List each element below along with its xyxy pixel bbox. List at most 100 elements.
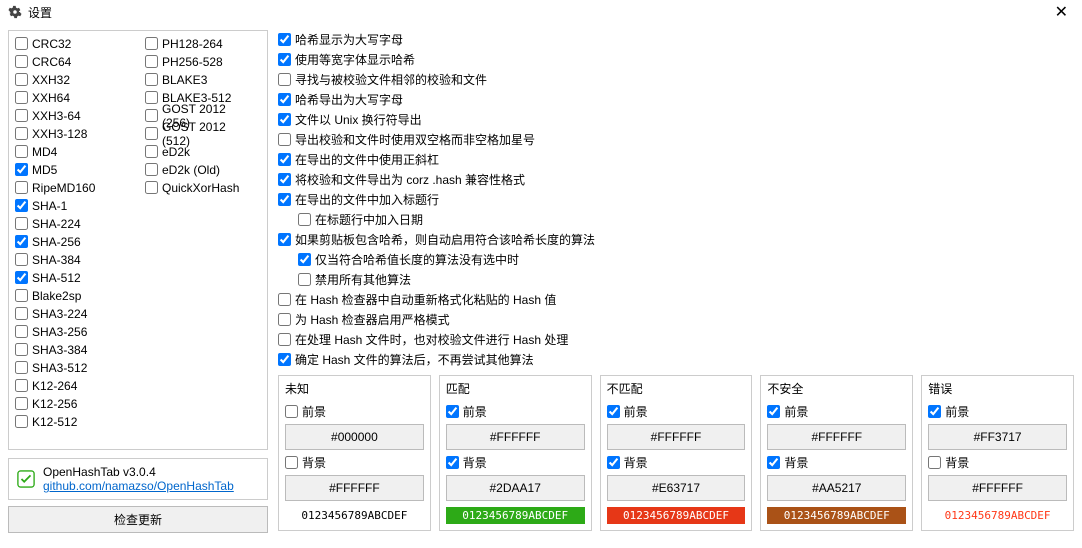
- algo-xxh3-64-checkbox[interactable]: [15, 109, 28, 122]
- algo-k12-512[interactable]: K12-512: [15, 413, 145, 430]
- algo-ph128264[interactable]: PH128-264: [145, 35, 257, 52]
- option-5-checkbox[interactable]: [278, 133, 291, 146]
- algo-k12-264[interactable]: K12-264: [15, 377, 145, 394]
- algo-blake3-checkbox[interactable]: [145, 73, 158, 86]
- bg-checkbox[interactable]: [767, 456, 780, 469]
- option-6-checkbox[interactable]: [278, 153, 291, 166]
- bg-color-button[interactable]: #FFFFFF: [928, 475, 1067, 501]
- option-0-checkbox[interactable]: [278, 33, 291, 46]
- option-1-checkbox[interactable]: [278, 53, 291, 66]
- fg-checkbox[interactable]: [446, 405, 459, 418]
- fg-color-button[interactable]: #FFFFFF: [767, 424, 906, 450]
- algo-ph128264-checkbox[interactable]: [145, 37, 158, 50]
- algo-crc64[interactable]: CRC64: [15, 53, 145, 70]
- algo-crc32-checkbox[interactable]: [15, 37, 28, 50]
- option-10-checkbox[interactable]: [278, 233, 291, 246]
- option-14-checkbox[interactable]: [278, 313, 291, 326]
- algo-xxh64-checkbox[interactable]: [15, 91, 28, 104]
- option-11-checkbox[interactable]: [298, 253, 311, 266]
- algo-gost2012512[interactable]: GOST 2012 (512): [145, 125, 257, 142]
- algo-sha3-512-checkbox[interactable]: [15, 361, 28, 374]
- algo-sha3-256[interactable]: SHA3-256: [15, 323, 145, 340]
- option-9-checkbox[interactable]: [298, 213, 311, 226]
- algo-sha-224[interactable]: SHA-224: [15, 215, 145, 232]
- algo-ed2kold-checkbox[interactable]: [145, 163, 158, 176]
- algo-blake2sp[interactable]: Blake2sp: [15, 287, 145, 304]
- algo-ed2k[interactable]: eD2k: [145, 143, 257, 160]
- algo-sha-256-checkbox[interactable]: [15, 235, 28, 248]
- algo-sha3-224[interactable]: SHA3-224: [15, 305, 145, 322]
- option-15-checkbox[interactable]: [278, 333, 291, 346]
- fg-color-button[interactable]: #FF3717: [928, 424, 1067, 450]
- bg-color-button[interactable]: #2DAA17: [446, 475, 585, 501]
- option-8-checkbox[interactable]: [278, 193, 291, 206]
- option-5[interactable]: 导出校验和文件时使用双空格而非空格加星号: [278, 130, 1074, 149]
- option-13[interactable]: 在 Hash 检查器中自动重新格式化粘贴的 Hash 值: [278, 290, 1074, 309]
- close-button[interactable]: ✕: [1049, 2, 1074, 22]
- option-7[interactable]: 将校验和文件导出为 corz .hash 兼容性格式: [278, 170, 1074, 189]
- algo-sha3-256-checkbox[interactable]: [15, 325, 28, 338]
- algo-md5[interactable]: MD5: [15, 161, 145, 178]
- algo-ph256528-checkbox[interactable]: [145, 55, 158, 68]
- option-6[interactable]: 在导出的文件中使用正斜杠: [278, 150, 1074, 169]
- option-9[interactable]: 在标题行中加入日期: [278, 210, 1074, 229]
- fg-checkbox[interactable]: [767, 405, 780, 418]
- algo-crc64-checkbox[interactable]: [15, 55, 28, 68]
- algo-k12-264-checkbox[interactable]: [15, 379, 28, 392]
- algo-md4-checkbox[interactable]: [15, 145, 28, 158]
- algo-xxh32-checkbox[interactable]: [15, 73, 28, 86]
- bg-color-button[interactable]: #E63717: [607, 475, 746, 501]
- algo-ph256528[interactable]: PH256-528: [145, 53, 257, 70]
- algo-sha-384[interactable]: SHA-384: [15, 251, 145, 268]
- algo-md5-checkbox[interactable]: [15, 163, 28, 176]
- algo-xxh32[interactable]: XXH32: [15, 71, 145, 88]
- option-3-checkbox[interactable]: [278, 93, 291, 106]
- option-16[interactable]: 确定 Hash 文件的算法后，不再尝试其他算法: [278, 350, 1074, 369]
- option-13-checkbox[interactable]: [278, 293, 291, 306]
- fg-checkbox[interactable]: [928, 405, 941, 418]
- option-12-checkbox[interactable]: [298, 273, 311, 286]
- option-15[interactable]: 在处理 Hash 文件时，也对校验文件进行 Hash 处理: [278, 330, 1074, 349]
- algo-sha-224-checkbox[interactable]: [15, 217, 28, 230]
- fg-color-button[interactable]: #FFFFFF: [607, 424, 746, 450]
- algo-sha3-224-checkbox[interactable]: [15, 307, 28, 320]
- bg-color-button[interactable]: #FFFFFF: [285, 475, 424, 501]
- algo-sha-512[interactable]: SHA-512: [15, 269, 145, 286]
- algo-k12-512-checkbox[interactable]: [15, 415, 28, 428]
- algo-blake2sp-checkbox[interactable]: [15, 289, 28, 302]
- algo-quickxorhash-checkbox[interactable]: [145, 181, 158, 194]
- algo-md4[interactable]: MD4: [15, 143, 145, 160]
- bg-checkbox[interactable]: [446, 456, 459, 469]
- algo-k12-256[interactable]: K12-256: [15, 395, 145, 412]
- option-7-checkbox[interactable]: [278, 173, 291, 186]
- github-link[interactable]: github.com/namazso/OpenHashTab: [43, 479, 234, 493]
- fg-color-button[interactable]: #000000: [285, 424, 424, 450]
- option-11[interactable]: 仅当符合哈希值长度的算法没有选中时: [278, 250, 1074, 269]
- option-0[interactable]: 哈希显示为大写字母: [278, 30, 1074, 49]
- fg-checkbox[interactable]: [285, 405, 298, 418]
- algo-sha-1-checkbox[interactable]: [15, 199, 28, 212]
- fg-checkbox[interactable]: [607, 405, 620, 418]
- algo-ed2kold[interactable]: eD2k (Old): [145, 161, 257, 178]
- fg-color-button[interactable]: #FFFFFF: [446, 424, 585, 450]
- algo-sha3-384-checkbox[interactable]: [15, 343, 28, 356]
- algo-sha-256[interactable]: SHA-256: [15, 233, 145, 250]
- option-2-checkbox[interactable]: [278, 73, 291, 86]
- check-update-button[interactable]: 检查更新: [8, 506, 268, 533]
- algo-xxh64[interactable]: XXH64: [15, 89, 145, 106]
- algo-crc32[interactable]: CRC32: [15, 35, 145, 52]
- option-12[interactable]: 禁用所有其他算法: [278, 270, 1074, 289]
- option-1[interactable]: 使用等宽字体显示哈希: [278, 50, 1074, 69]
- algo-quickxorhash[interactable]: QuickXorHash: [145, 179, 257, 196]
- bg-checkbox[interactable]: [928, 456, 941, 469]
- algo-blake3512-checkbox[interactable]: [145, 91, 158, 104]
- algo-sha-1[interactable]: SHA-1: [15, 197, 145, 214]
- option-8[interactable]: 在导出的文件中加入标题行: [278, 190, 1074, 209]
- algo-gost2012512-checkbox[interactable]: [145, 127, 158, 140]
- algo-xxh3-64[interactable]: XXH3-64: [15, 107, 145, 124]
- algo-sha3-384[interactable]: SHA3-384: [15, 341, 145, 358]
- algo-xxh3-128-checkbox[interactable]: [15, 127, 28, 140]
- algo-gost2012256-checkbox[interactable]: [145, 109, 158, 122]
- algo-sha-512-checkbox[interactable]: [15, 271, 28, 284]
- algo-ripemd160[interactable]: RipeMD160: [15, 179, 145, 196]
